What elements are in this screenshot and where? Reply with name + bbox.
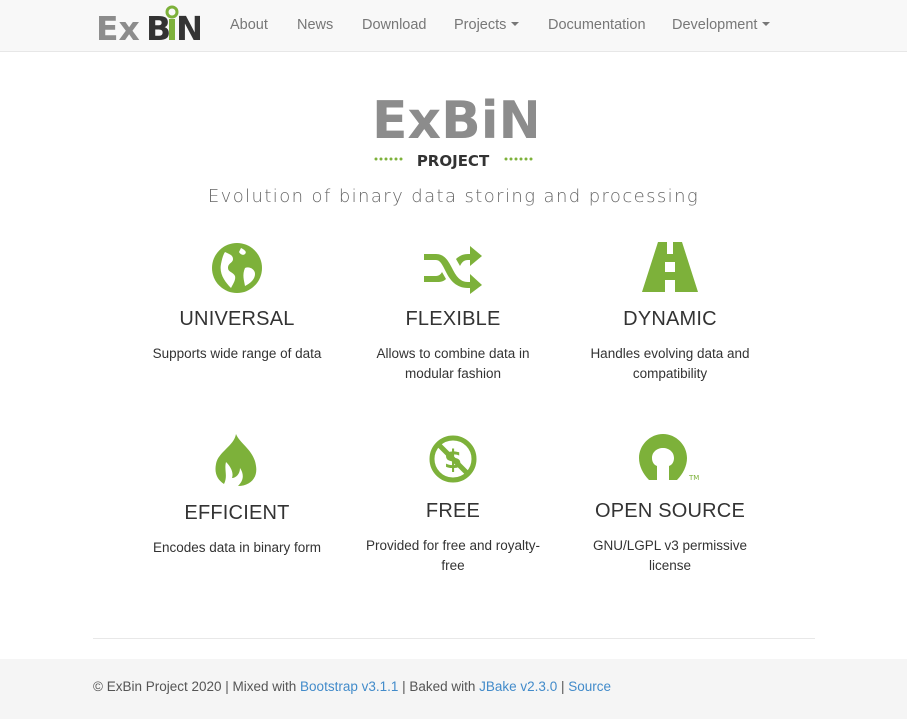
hero-logo-sub: PROJECT bbox=[417, 152, 490, 170]
feature-desc: Provided for free and royalty-free bbox=[365, 538, 541, 573]
shuffle-icon bbox=[353, 242, 553, 298]
feature-title: FREE bbox=[425, 500, 481, 522]
nav-documentation-label: Documentation bbox=[548, 17, 646, 33]
caret-down-icon bbox=[762, 22, 771, 27]
jbake-link[interactable]: JBake v2.3.0 bbox=[479, 679, 557, 694]
caret-down-icon bbox=[511, 22, 520, 27]
feature-desc: GNU/LGPL v3 permissive license bbox=[592, 538, 748, 573]
globe-icon bbox=[137, 242, 337, 298]
brand-logo-n: N bbox=[176, 9, 200, 45]
brand-logo-ex: Ex bbox=[96, 9, 140, 45]
nav-projects-label: Projects bbox=[454, 17, 507, 33]
svg-text:TM: TM bbox=[688, 474, 699, 482]
nav-about[interactable]: About bbox=[230, 16, 268, 34]
feature-title: UNIVERSAL bbox=[179, 308, 295, 330]
nav-download-label: Download bbox=[362, 17, 427, 33]
nav-documentation[interactable]: Documentation bbox=[548, 16, 646, 34]
feature-desc: Encodes data in binary form bbox=[152, 540, 322, 555]
bootstrap-link[interactable]: Bootstrap v3.1.1 bbox=[300, 679, 398, 694]
nav-news-label: News bbox=[297, 17, 334, 33]
footer-copyright: © ExBin Project 2020 | Mixed with bbox=[93, 679, 301, 694]
feature-title: EFFICIENT bbox=[184, 502, 290, 524]
source-link[interactable]: Source bbox=[568, 679, 611, 694]
feature-desc: Handles evolving data and compatibility bbox=[590, 346, 750, 381]
hero-logo-word: ExBiN bbox=[372, 91, 536, 151]
nav-about-label: About bbox=[230, 17, 268, 33]
nav-development-dropdown[interactable]: Development bbox=[672, 16, 771, 34]
top-navbar: Ex B N About News Download Projects Docu… bbox=[0, 0, 907, 52]
footer-text: © ExBin Project 2020 | Mixed with Bootst… bbox=[93, 679, 611, 694]
footer: © ExBin Project 2020 | Mixed with Bootst… bbox=[0, 659, 907, 719]
tagline: Evolution of binary data storing and pro… bbox=[207, 186, 700, 207]
feature-desc: Supports wide range of data bbox=[152, 346, 322, 361]
feature-title: DYNAMIC bbox=[623, 308, 717, 330]
fire-icon bbox=[137, 434, 337, 490]
no-dollar-icon: $ bbox=[353, 434, 553, 490]
feature-desc: Allows to combine data in modular fashio… bbox=[376, 346, 530, 381]
footer-separator: | bbox=[557, 679, 569, 694]
open-source-icon: TM bbox=[570, 434, 770, 490]
nav-news[interactable]: News bbox=[297, 16, 333, 34]
nav-development-label: Development bbox=[672, 17, 758, 33]
footer-baked-text: | Baked with bbox=[398, 679, 480, 694]
nav-download[interactable]: Download bbox=[362, 16, 427, 34]
road-icon bbox=[570, 242, 770, 298]
hero-logo: ExBiN PROJECT bbox=[370, 80, 542, 170]
footer-divider bbox=[93, 638, 815, 639]
nav-projects-dropdown[interactable]: Projects bbox=[454, 16, 520, 34]
feature-title: OPEN SOURCE bbox=[594, 500, 745, 522]
svg-text:$: $ bbox=[444, 445, 462, 475]
feature-title: FLEXIBLE bbox=[405, 308, 501, 330]
brand-logo[interactable]: Ex B N bbox=[96, 5, 204, 48]
